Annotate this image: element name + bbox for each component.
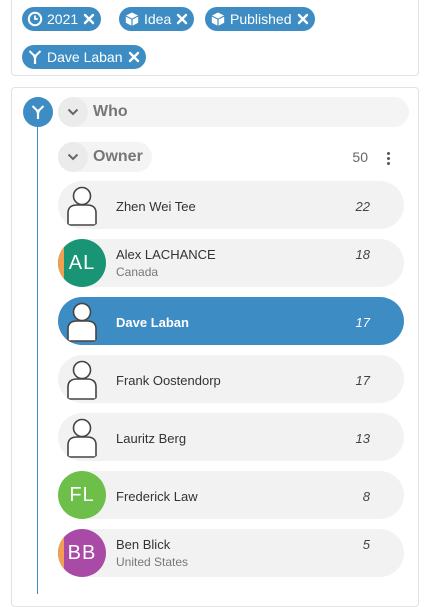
tree-connector-line xyxy=(37,114,38,594)
person-count: 18 xyxy=(355,247,370,262)
remove-filter-icon[interactable] xyxy=(297,13,309,25)
avatar xyxy=(58,413,106,461)
avatar xyxy=(58,355,106,403)
person-count: 8 xyxy=(362,489,370,504)
list-item-selected[interactable]: Dave Laban 17 xyxy=(58,297,404,345)
owner-total-count: 50 xyxy=(352,149,368,165)
antenna-icon xyxy=(23,97,53,127)
avatar xyxy=(58,297,106,345)
person-name: Dave Laban xyxy=(116,315,189,330)
person-count: 13 xyxy=(355,431,370,446)
filter-chip-year[interactable]: 2021 xyxy=(22,7,102,31)
avatar-initials: AL xyxy=(68,251,96,274)
chevron-down-icon[interactable] xyxy=(58,142,88,172)
avatar-initials: FL xyxy=(69,483,95,506)
person-name: Frederick Law xyxy=(116,489,198,504)
person-name: Zhen Wei Tee xyxy=(116,199,196,214)
list-item[interactable]: BB Ben Blick United States 5 xyxy=(58,529,404,577)
person-name: Ben Blick xyxy=(116,537,171,552)
avatar: BB xyxy=(58,529,106,577)
more-options-icon[interactable] xyxy=(380,148,396,168)
filter-chip-label: Published xyxy=(230,11,292,27)
who-group-header[interactable]: Who xyxy=(58,97,409,127)
avatar xyxy=(58,181,106,229)
remove-filter-icon[interactable] xyxy=(128,51,140,63)
subgroup-title: Owner xyxy=(93,148,143,165)
list-item[interactable]: Lauritz Berg 13 xyxy=(58,413,404,461)
clock-icon xyxy=(27,11,43,27)
person-placeholder-icon xyxy=(67,302,97,342)
list-item[interactable]: Zhen Wei Tee 22 xyxy=(58,181,404,229)
avatar: FL xyxy=(58,471,106,519)
list-item[interactable]: Frank Oostendorp 17 xyxy=(58,355,404,403)
list-item[interactable]: AL Alex LACHANCE Canada 18 xyxy=(58,239,404,287)
person-count: 17 xyxy=(355,315,370,330)
avatar-initials: BB xyxy=(67,541,97,564)
active-filters-panel: 2021 Idea Published Dave Laban xyxy=(11,0,419,76)
chevron-down-icon[interactable] xyxy=(58,97,88,127)
person-name: Alex LACHANCE xyxy=(116,247,216,262)
remove-filter-icon[interactable] xyxy=(176,13,188,25)
filter-chip-label: 2021 xyxy=(47,11,79,27)
person-count: 17 xyxy=(355,373,370,388)
group-title: Who xyxy=(93,103,128,120)
person-name: Lauritz Berg xyxy=(116,431,187,446)
filter-chip-label: Dave Laban xyxy=(47,49,123,65)
cube-icon xyxy=(124,11,140,27)
person-location: United States xyxy=(116,555,189,569)
list-item[interactable]: FL Frederick Law 8 xyxy=(58,471,404,519)
who-tree-panel: Who Owner 50 Zhen Wei Tee 22 AL Alex LAC… xyxy=(11,87,419,607)
remove-filter-icon[interactable] xyxy=(83,13,95,25)
person-placeholder-icon xyxy=(67,418,97,458)
person-placeholder-icon xyxy=(67,186,97,226)
filter-chip-idea[interactable]: Idea xyxy=(119,7,195,31)
filter-chip-owner[interactable]: Dave Laban xyxy=(22,45,146,69)
antenna-icon xyxy=(27,49,43,65)
person-location: Canada xyxy=(116,265,159,279)
cube-icon xyxy=(210,11,226,27)
person-count: 5 xyxy=(362,537,370,552)
person-placeholder-icon xyxy=(67,360,97,400)
avatar: AL xyxy=(58,239,106,287)
owner-subgroup-header[interactable]: Owner xyxy=(58,142,152,172)
person-name: Frank Oostendorp xyxy=(116,373,221,388)
filter-chip-label: Idea xyxy=(144,11,172,27)
person-count: 22 xyxy=(355,199,370,214)
filter-chip-published[interactable]: Published xyxy=(205,7,315,31)
